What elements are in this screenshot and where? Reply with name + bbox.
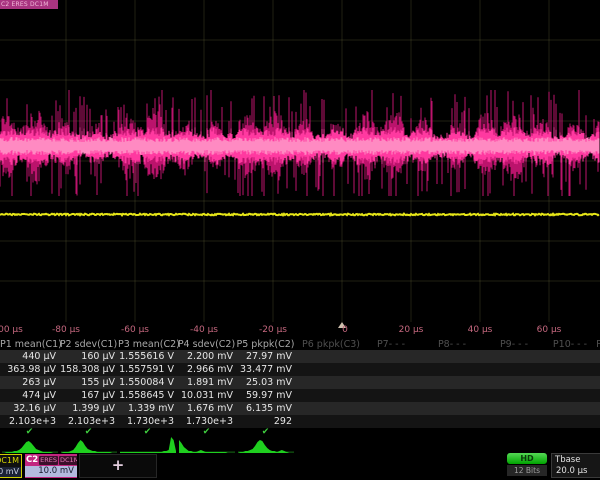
histicon[interactable] <box>2 437 58 453</box>
measure-value: 1.558645 V <box>118 390 177 401</box>
c2-vdiv: 10.0 mV <box>25 466 77 477</box>
measure-value: 2.103e+3 <box>0 416 59 427</box>
measure-value: 1.555616 V <box>118 351 177 362</box>
time-tick-label: 0 <box>342 325 348 335</box>
time-tick-label: 60 µs <box>537 325 562 335</box>
measure-value: 1.557591 V <box>118 364 177 375</box>
measure-value: 167 µV <box>59 390 118 401</box>
trace-label: C2 ERES DC1M <box>0 0 58 9</box>
measure-value: 1.399 µV <box>59 403 118 414</box>
measure-stats-row: 32.16 µV1.399 µV1.339 mV1.676 mV6.135 mV <box>0 402 600 415</box>
timebase-descriptor[interactable]: Tbase 20.0 µs <box>551 453 600 478</box>
measure-stats-row: 440 µV160 µV1.555616 V2.200 mV27.97 mV <box>0 350 600 363</box>
histicon[interactable] <box>120 437 176 453</box>
measure-value: 2.200 mV <box>177 351 236 362</box>
histicon[interactable] <box>238 437 294 453</box>
measure-header-p3[interactable]: P3 mean(C2) <box>118 339 177 350</box>
c1-vdiv: 10.0 mV <box>0 467 21 477</box>
measure-value: 10.031 mV <box>177 390 236 401</box>
measure-header-unused[interactable]: P10- - - <box>544 339 596 350</box>
unused-measure-headers: P6 pkpk(C3)P7- - -P8- - -P9- - -P10- - -… <box>300 338 600 350</box>
histicon-row <box>0 437 600 453</box>
status-check-icon: ✔ <box>0 428 59 437</box>
time-tick-label: 40 µs <box>468 325 493 335</box>
waveform-plot <box>0 0 600 322</box>
measure-value: 1.339 mV <box>118 403 177 414</box>
measure-value: 158.308 µV <box>59 364 118 375</box>
measure-header-p4[interactable]: P4 sdev(C2) <box>177 339 236 350</box>
measure-value: 1.891 mV <box>177 377 236 388</box>
timebase-label: Tbase <box>552 454 600 466</box>
channel-c1-descriptor[interactable]: C1 DC1M 10.0 mV <box>0 454 22 478</box>
time-tick-label: 20 µs <box>399 325 424 335</box>
measure-value: 160 µV <box>59 351 118 362</box>
measure-value: 474 µV <box>0 390 59 401</box>
measure-value: 32.16 µV <box>0 403 59 414</box>
time-tick-label: -60 µs <box>121 325 149 335</box>
status-check-icon: ✔ <box>236 428 295 437</box>
status-check-icon: ✔ <box>118 428 177 437</box>
histicon[interactable] <box>179 437 235 453</box>
measure-value: 263 µV <box>0 377 59 388</box>
measure-value: 363.98 µV <box>0 364 59 375</box>
measure-header-unused[interactable]: P11 <box>596 339 600 350</box>
measure-value: 1.676 mV <box>177 403 236 414</box>
timebase-value: 20.0 µs <box>552 466 600 477</box>
measure-value: 292 <box>236 416 295 427</box>
measure-value: 2.966 mV <box>177 364 236 375</box>
measure-value: 25.03 mV <box>236 377 295 388</box>
status-check-icon: ✔ <box>59 428 118 437</box>
measure-value: 1.550084 V <box>118 377 177 388</box>
time-tick-label: -20 µs <box>259 325 287 335</box>
measure-value: 155 µV <box>59 377 118 388</box>
time-tick-label: -40 µs <box>190 325 218 335</box>
measure-value: 33.477 mV <box>236 364 295 375</box>
c2-coupling-chip: DC1M <box>59 456 77 465</box>
measure-stats-row: 263 µV155 µV1.550084 V1.891 mV25.03 mV <box>0 376 600 389</box>
measure-value: 1.730e+3 <box>177 416 236 427</box>
measure-header-unused[interactable]: P9- - - <box>484 339 544 350</box>
hd-mode-badge[interactable]: HD <box>507 453 547 464</box>
measure-header-unused[interactable]: P6 pkpk(C3) <box>300 339 362 350</box>
bottom-bar: C1 DC1M 10.0 mV C2 ERES DC1M 10.0 mV + H… <box>0 453 600 480</box>
measure-header-row: P1 mean(C1)P2 sdev(C1)P3 mean(C2)P4 sdev… <box>0 338 600 350</box>
hd-bits-label: 12 Bits <box>507 465 547 476</box>
measure-value: 27.97 mV <box>236 351 295 362</box>
c2-label: C2 <box>26 455 38 465</box>
measure-value: 59.97 mV <box>236 390 295 401</box>
measure-value: 2.103e+3 <box>59 416 118 427</box>
measure-value: 6.135 mV <box>236 403 295 414</box>
measure-stats-row: 474 µV167 µV1.558645 V10.031 mV59.97 mV <box>0 389 600 402</box>
measure-value: 440 µV <box>0 351 59 362</box>
measure-header-p2[interactable]: P2 sdev(C1) <box>59 339 118 350</box>
measure-stats-row: 363.98 µV158.308 µV1.557591 V2.966 mV33.… <box>0 363 600 376</box>
time-axis: -100 µs -80 µs -60 µs -40 µs -20 µs 0 20 µs 40 … <box>0 322 600 338</box>
c1-coupling: DC1M <box>0 456 19 465</box>
measurement-table: P1 mean(C1)P2 sdev(C1)P3 mean(C2)P4 sdev… <box>0 338 600 437</box>
measure-value: 1.730e+3 <box>118 416 177 427</box>
oscilloscope-screen: C2 ERES DC1M -100 µs -80 µs -60 µs -40 µs -2… <box>0 0 600 480</box>
time-tick-label: -100 µs <box>0 325 23 335</box>
time-tick-label: -80 µs <box>52 325 80 335</box>
histicon[interactable] <box>61 437 117 453</box>
measure-status-row: ✔✔✔✔✔ <box>0 428 600 437</box>
channel-c2-descriptor[interactable]: C2 ERES DC1M 10.0 mV <box>25 454 77 478</box>
measure-header-unused[interactable]: P8- - - <box>420 339 484 350</box>
measure-header-unused[interactable]: P7- - - <box>362 339 420 350</box>
c2-eres-chip: ERES <box>39 456 58 465</box>
status-check-icon: ✔ <box>177 428 236 437</box>
measure-header-p1[interactable]: P1 mean(C1) <box>0 339 59 350</box>
add-trace-button[interactable]: + <box>79 454 157 478</box>
measure-header-p5[interactable]: P5 pkpk(C2) <box>236 339 295 350</box>
waveform-display[interactable]: C2 ERES DC1M <box>0 0 600 322</box>
